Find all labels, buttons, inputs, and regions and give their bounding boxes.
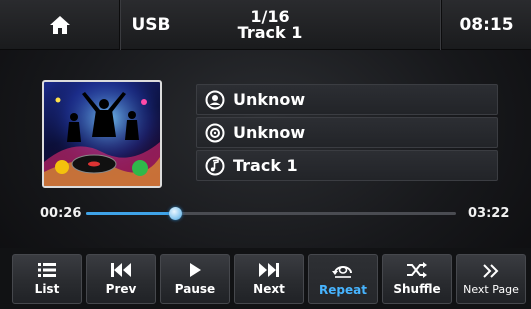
previous-icon <box>111 263 131 277</box>
elapsed-time: 00:26 <box>40 206 82 221</box>
song-title: Track 1 <box>233 156 298 175</box>
next-icon <box>259 263 279 277</box>
control-bar: List Prev Pause Next Repeat Shuffle Next… <box>0 248 531 309</box>
double-chevron-right-icon <box>483 263 499 278</box>
next-page-label: Next Page <box>463 282 519 296</box>
list-button[interactable]: List <box>12 254 82 304</box>
artist-row: Unknow <box>196 84 498 115</box>
play-icon <box>190 263 201 277</box>
progress-fill <box>86 212 175 215</box>
artist-icon <box>197 90 233 110</box>
pause-label: Pause <box>174 282 216 296</box>
home-icon <box>49 16 70 34</box>
repeat-one-icon <box>332 266 352 278</box>
progress-thumb[interactable] <box>168 207 182 220</box>
pause-button[interactable]: Pause <box>160 254 230 304</box>
next-button[interactable]: Next <box>234 254 304 304</box>
album-art <box>42 80 162 188</box>
shuffle-icon <box>407 262 427 278</box>
track-info-header: 1/16 Track 1 <box>200 0 340 50</box>
prev-label: Prev <box>105 282 137 296</box>
album-name: Unknow <box>233 123 306 142</box>
total-time: 03:22 <box>468 206 510 221</box>
disc-icon <box>197 123 233 143</box>
track-title-header: Track 1 <box>237 23 303 42</box>
shuffle-label: Shuffle <box>393 282 441 296</box>
music-note-icon <box>197 156 233 176</box>
top-status-bar: USB 1/16 Track 1 08:15 <box>0 0 531 50</box>
album-row: Unknow <box>196 117 498 148</box>
home-button[interactable] <box>0 0 120 50</box>
clock: 08:15 <box>441 0 531 50</box>
media-player-screen: USB 1/16 Track 1 08:15 Unknow Unknow Tra… <box>0 0 531 309</box>
album-art-image <box>44 82 160 186</box>
list-icon <box>38 263 56 277</box>
repeat-button[interactable]: Repeat <box>308 254 378 304</box>
prev-button[interactable]: Prev <box>86 254 156 304</box>
repeat-label: Repeat <box>319 283 367 297</box>
artist-name: Unknow <box>233 90 306 109</box>
progress-bar[interactable] <box>86 207 456 220</box>
next-page-button[interactable]: Next Page <box>456 254 526 304</box>
next-label: Next <box>253 282 285 296</box>
title-row: Track 1 <box>196 150 498 181</box>
shuffle-button[interactable]: Shuffle <box>382 254 452 304</box>
source-label: USB <box>131 15 171 35</box>
list-label: List <box>34 282 60 296</box>
